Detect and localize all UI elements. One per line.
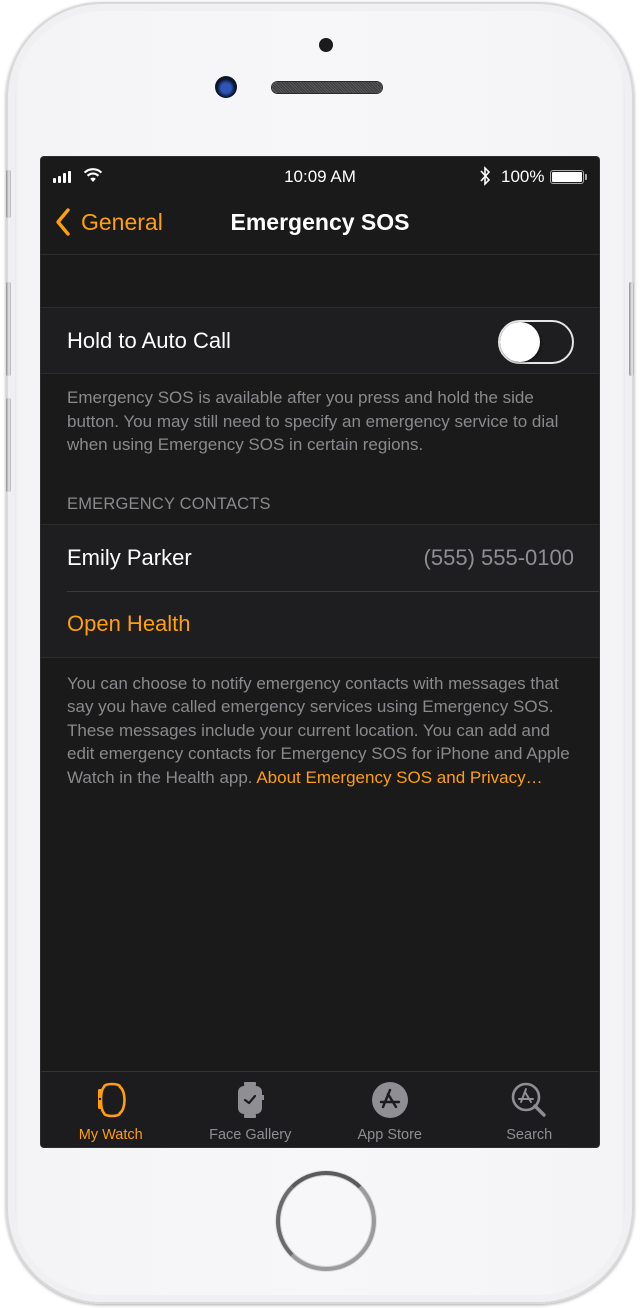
tab-label: Face Gallery	[209, 1127, 292, 1143]
home-button[interactable]	[276, 1171, 376, 1271]
proximity-sensor	[319, 38, 333, 52]
privacy-link[interactable]: About Emergency SOS and Privacy…	[256, 768, 542, 787]
hold-to-auto-call-row: Hold to Auto Call	[41, 308, 599, 374]
section-spacer	[41, 256, 599, 308]
page-title: Emergency SOS	[230, 209, 410, 235]
earpiece-speaker	[272, 82, 382, 93]
bluetooth-icon	[480, 166, 491, 186]
tab-my-watch[interactable]: My Watch	[41, 1072, 181, 1147]
face-gallery-icon	[238, 1082, 265, 1118]
contact-phone: (555) 555-0100	[423, 544, 574, 570]
tab-label: App Store	[357, 1127, 423, 1143]
front-camera	[215, 76, 237, 98]
battery-percent: 100%	[501, 167, 545, 186]
silent-switch	[6, 170, 11, 218]
tab-label: My Watch	[78, 1127, 143, 1143]
toggle-knob	[500, 322, 540, 362]
status-bar: 10:09 AM 100%	[41, 157, 599, 197]
contacts-footer: You can choose to notify emergency conta…	[41, 658, 599, 790]
open-health-link[interactable]: Open Health	[67, 611, 191, 637]
search-icon	[511, 1082, 546, 1117]
watch-icon	[97, 1082, 126, 1118]
contact-row[interactable]: Emily Parker (555) 555-0100	[41, 524, 599, 591]
contact-name: Emily Parker	[67, 544, 192, 570]
hold-to-auto-call-label: Hold to Auto Call	[67, 327, 231, 353]
navigation-bar: General Emergency SOS	[41, 197, 599, 255]
volume-up-button	[6, 282, 11, 376]
settings-content: Hold to Auto Call Emergency SOS is avail…	[41, 256, 599, 789]
emergency-contacts-header: EMERGENCY CONTACTS	[41, 457, 599, 525]
auto-call-footer: Emergency SOS is available after you pre…	[67, 388, 559, 454]
tab-app-store[interactable]: App Store	[320, 1072, 460, 1147]
tab-face-gallery[interactable]: Face Gallery	[181, 1072, 321, 1147]
battery-cap	[585, 174, 587, 180]
side-button	[629, 282, 634, 376]
battery-icon	[550, 170, 584, 184]
screen: 10:09 AM 100% General Emergency SOS Hold…	[40, 156, 600, 1148]
tab-label: Search	[506, 1127, 553, 1143]
hold-to-auto-call-toggle[interactable]	[498, 320, 574, 364]
tab-bar: My Watch Face Gallery App Store Search	[41, 1071, 599, 1147]
app-store-icon	[371, 1082, 408, 1118]
volume-down-button	[6, 398, 11, 492]
tab-search[interactable]: Search	[460, 1072, 600, 1147]
open-health-row[interactable]: Open Health	[41, 591, 599, 658]
